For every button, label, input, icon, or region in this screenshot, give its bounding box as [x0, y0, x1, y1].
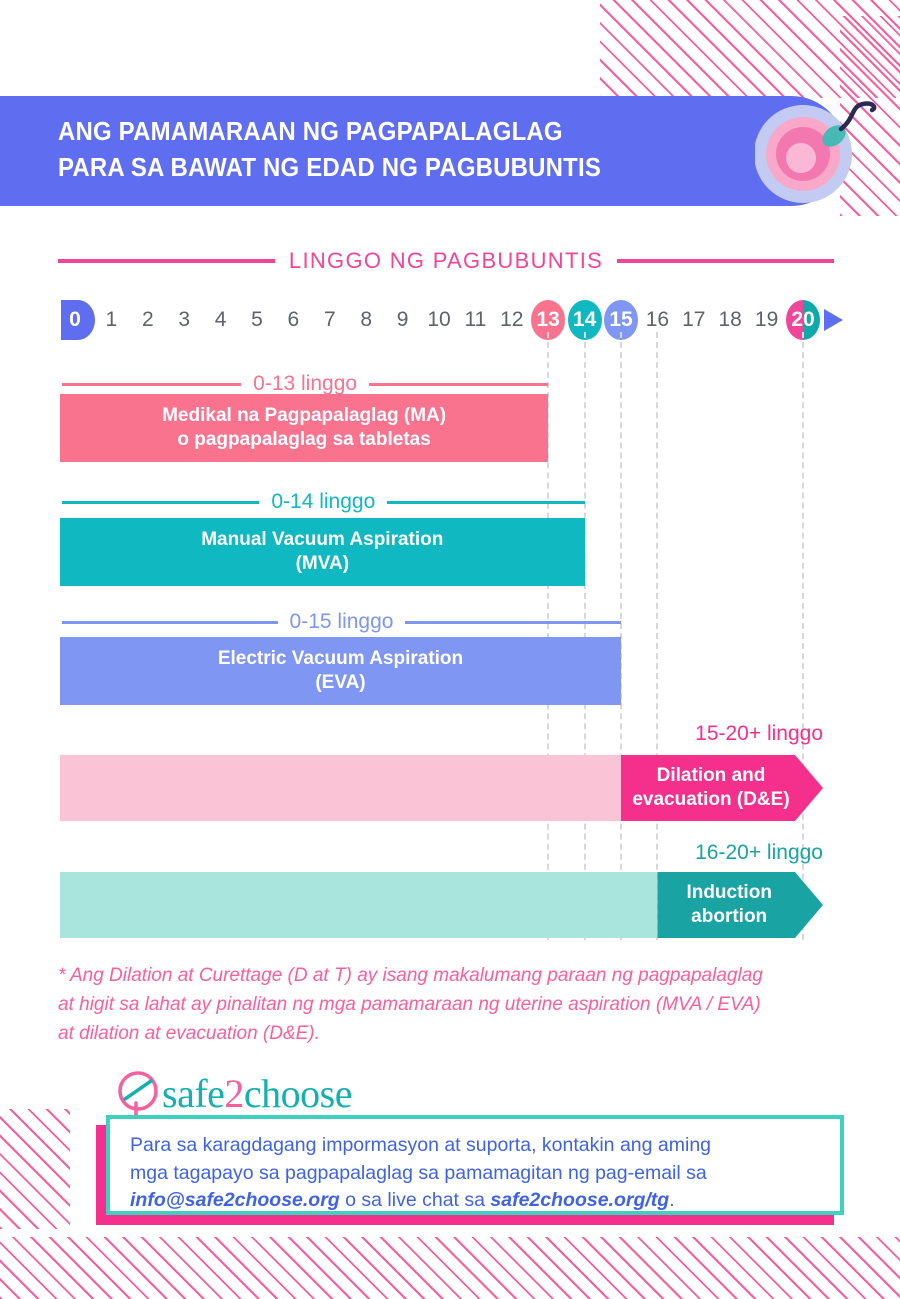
decor-stripes-bottom — [0, 1237, 900, 1299]
week-tick-4: 4 — [204, 300, 238, 340]
range-label-text-5: 16-20+ linggo — [695, 841, 823, 864]
decor-stripes-top-right — [600, 0, 900, 98]
safe2choose-logo: safe 2 choose — [116, 1068, 352, 1120]
scale-rule-right — [617, 259, 835, 263]
contact-mid-text: o sa live chat sa — [339, 1189, 491, 1212]
week-number-7: 7 — [323, 308, 336, 331]
week-number-11: 11 — [464, 308, 487, 331]
week-number-6: 6 — [287, 308, 300, 331]
week-number-17: 17 — [682, 308, 706, 331]
week-number-1: 1 — [105, 308, 118, 331]
week-number-5: 5 — [251, 308, 263, 331]
week-number-3: 3 — [178, 308, 191, 331]
range-label-row-2: 0-14 linggo — [62, 489, 585, 515]
contact-end-text: . — [669, 1189, 675, 1212]
contact-box: Para sa karagdagang impormasyon at supor… — [106, 1115, 844, 1215]
week-tick-5: 5 — [240, 300, 274, 340]
week-number-15: 15 — [609, 308, 633, 331]
week-tick-17: 17 — [677, 300, 711, 340]
method-bar-1: Medikal na Pagpapalaglag (MA) o pagpapal… — [60, 394, 549, 462]
week-number-20: 20 — [791, 308, 815, 331]
week-tick-19: 19 — [750, 300, 784, 340]
week-tick-1: 1 — [94, 300, 128, 340]
week-number-2: 2 — [141, 308, 154, 331]
guide-line-week-15 — [620, 332, 622, 940]
method-bar-2: Manual Vacuum Aspiration (MVA) — [60, 518, 585, 586]
method-track-4 — [60, 755, 621, 821]
week-tick-9: 9 — [386, 300, 420, 340]
week-tick-3: 3 — [167, 300, 201, 340]
range-rule-right-1 — [369, 382, 549, 386]
week-number-13: 13 — [536, 308, 560, 331]
range-label-row-3: 0-15 linggo — [62, 609, 622, 635]
week-number-8: 8 — [360, 308, 373, 331]
logo-part-safe: safe — [162, 1071, 225, 1116]
week-tick-8: 8 — [349, 300, 383, 340]
week-number-4: 4 — [214, 308, 227, 331]
week-number-14: 14 — [572, 308, 597, 331]
week-number-16: 16 — [645, 308, 670, 331]
method-track-5 — [60, 872, 658, 938]
week-tick-18: 18 — [713, 300, 747, 340]
range-label-text-1: 0-13 linggo — [253, 372, 358, 395]
footnote: * Ang Dilation at Curettage (D at T) ay … — [58, 965, 763, 1044]
range-label-text-4: 15-20+ linggo — [695, 722, 823, 745]
week-number-10: 10 — [427, 308, 451, 331]
range-rule-right-2 — [387, 500, 585, 504]
contact-line-2: mga tagapayo sa pagpapalaglag sa pamamag… — [130, 1161, 707, 1184]
guide-line-week-16 — [656, 332, 659, 940]
week-number-9: 9 — [396, 308, 409, 331]
week-tick-0: 0 — [58, 300, 95, 340]
method-bar-3: Electric Vacuum Aspiration (EVA) — [60, 637, 621, 705]
method-bar-5: Induction abortion — [657, 872, 823, 938]
week-tick-2: 2 — [131, 300, 165, 340]
page-title: ANG PAMAMARAAN NG PAGPAPALAGLAG PARA SA … — [58, 118, 601, 182]
logo-part-two: 2 — [224, 1071, 244, 1116]
week-tick-11: 11 — [458, 300, 492, 340]
scale-rule-left — [58, 259, 275, 263]
week-number-19: 19 — [754, 308, 779, 331]
scale-label-text: LINGGO NG PAGBUBUNTIS — [288, 248, 604, 273]
range-rule-left-2 — [62, 500, 260, 504]
week-axis: 0 1 2 3 4 5 6 7 8 9 10 11 12 13 14 15 16 17 18 19 20 — [58, 300, 848, 340]
week-number-0: 0 — [69, 308, 81, 331]
week-tick-7: 7 — [313, 300, 347, 340]
contact-email-link[interactable]: info@safe2choose.org — [130, 1189, 340, 1211]
week-tick-12: 12 — [495, 300, 529, 340]
header-banner: ANG PAMAMARAAN NG PAGPAPALAGLAG PARA SA … — [0, 96, 846, 206]
range-label-row-4: 15-20+ linggo — [635, 721, 823, 747]
week-number-12: 12 — [500, 308, 524, 331]
range-rule-right-3 — [405, 620, 622, 624]
logo-part-choose: choose — [243, 1071, 353, 1116]
range-label-text-2: 0-14 linggo — [271, 490, 376, 513]
range-label-text-3: 0-15 linggo — [289, 610, 394, 633]
contact-site-link[interactable]: safe2choose.org/tg — [490, 1189, 669, 1211]
scale-label-row: LINGGO NG PAGBUBUNTIS — [58, 248, 835, 274]
decor-stripes-left-middle — [0, 1109, 70, 1229]
range-rule-left-3 — [62, 620, 278, 624]
week-tick-6: 6 — [276, 300, 310, 340]
q-circle-slash-icon — [118, 1071, 158, 1117]
axis-arrow-icon — [824, 309, 843, 331]
guide-line-week-14 — [583, 332, 586, 940]
week-tick-10: 10 — [422, 300, 456, 340]
contact-line-1: Para sa karagdagang impormasyon at supor… — [130, 1134, 712, 1156]
range-rule-left-1 — [62, 382, 242, 386]
range-label-row-5: 16-20+ linggo — [671, 840, 823, 866]
method-bar-4: Dilation and evacuation (D&E) — [621, 755, 823, 821]
week-number-18: 18 — [718, 308, 742, 331]
ovum-sperm-icon — [754, 96, 900, 211]
